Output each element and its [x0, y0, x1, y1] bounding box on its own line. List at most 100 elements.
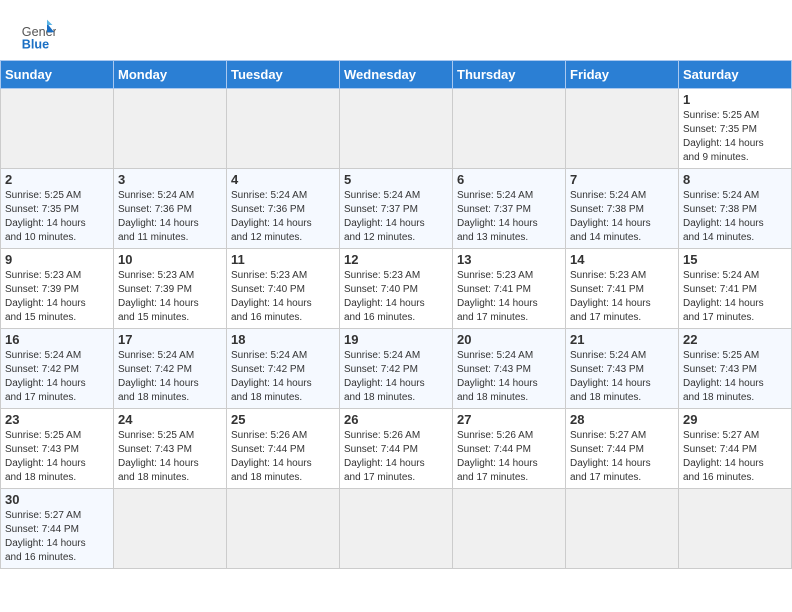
day-number: 8 — [683, 172, 787, 187]
calendar-cell — [566, 489, 679, 569]
weekday-header-monday: Monday — [114, 61, 227, 89]
day-number: 15 — [683, 252, 787, 267]
day-info: Sunrise: 5:24 AM Sunset: 7:41 PM Dayligh… — [683, 269, 787, 325]
weekday-header-sunday: Sunday — [1, 61, 114, 89]
header: General Blue — [0, 0, 792, 60]
calendar-table: SundayMondayTuesdayWednesdayThursdayFrid… — [0, 60, 792, 569]
day-info: Sunrise: 5:25 AM Sunset: 7:43 PM Dayligh… — [118, 429, 222, 485]
calendar-cell — [453, 89, 566, 169]
day-number: 6 — [457, 172, 561, 187]
day-number: 14 — [570, 252, 674, 267]
calendar-cell: 23Sunrise: 5:25 AM Sunset: 7:43 PM Dayli… — [1, 409, 114, 489]
weekday-header-friday: Friday — [566, 61, 679, 89]
calendar-cell: 30Sunrise: 5:27 AM Sunset: 7:44 PM Dayli… — [1, 489, 114, 569]
calendar-cell: 24 Sunrise: 5:25 AM Sunset: 7:43 PM Dayli… — [114, 409, 227, 489]
calendar-cell: 13 Sunrise: 5:23 AM Sunset: 7:41 PM Dayli… — [453, 249, 566, 329]
svg-text:Blue: Blue — [22, 37, 49, 51]
calendar-cell — [453, 489, 566, 569]
calendar-cell — [340, 89, 453, 169]
calendar-cell: 1 Sunrise: 5:25 AM Sunset: 7:35 PM Daylig… — [679, 89, 792, 169]
calendar-cell — [227, 489, 340, 569]
day-info: Sunrise: 5:24 AM Sunset: 7:42 PM Dayligh… — [5, 349, 109, 405]
day-info: Sunrise: 5:23 AM Sunset: 7:41 PM Dayligh… — [570, 269, 674, 325]
day-number: 2 — [5, 172, 109, 187]
weekday-header-thursday: Thursday — [453, 61, 566, 89]
day-number: 21 — [570, 332, 674, 347]
calendar-cell: 19 Sunrise: 5:24 AM Sunset: 7:42 PM Dayli… — [340, 329, 453, 409]
day-number: 4 — [231, 172, 335, 187]
day-number: 1 — [683, 92, 787, 107]
calendar-cell: 6 Sunrise: 5:24 AM Sunset: 7:37 PM Daylig… — [453, 169, 566, 249]
calendar-cell: 22 Sunrise: 5:25 AM Sunset: 7:43 PM Dayli… — [679, 329, 792, 409]
day-info: Sunrise: 5:24 AM Sunset: 7:38 PM Dayligh… — [683, 189, 787, 245]
day-info: Sunrise: 5:25 AM Sunset: 7:43 PM Dayligh… — [683, 349, 787, 405]
logo-icon: General Blue — [20, 16, 56, 52]
day-info: Sunrise: 5:24 AM Sunset: 7:37 PM Dayligh… — [344, 189, 448, 245]
calendar-cell: 10Sunrise: 5:23 AM Sunset: 7:39 PM Dayli… — [114, 249, 227, 329]
calendar-cell: 11 Sunrise: 5:23 AM Sunset: 7:40 PM Dayli… — [227, 249, 340, 329]
calendar-cell — [566, 89, 679, 169]
day-number: 16 — [5, 332, 109, 347]
day-info: Sunrise: 5:23 AM Sunset: 7:40 PM Dayligh… — [231, 269, 335, 325]
calendar-cell: 9 Sunrise: 5:23 AM Sunset: 7:39 PM Daylig… — [1, 249, 114, 329]
day-number: 7 — [570, 172, 674, 187]
day-info: Sunrise: 5:24 AM Sunset: 7:42 PM Dayligh… — [231, 349, 335, 405]
day-number: 20 — [457, 332, 561, 347]
day-info: Sunrise: 5:25 AM Sunset: 7:35 PM Dayligh… — [5, 189, 109, 245]
day-number: 22 — [683, 332, 787, 347]
day-number: 11 — [231, 252, 335, 267]
day-info: Sunrise: 5:23 AM Sunset: 7:39 PM Dayligh… — [5, 269, 109, 325]
weekday-header-tuesday: Tuesday — [227, 61, 340, 89]
calendar-cell — [1, 89, 114, 169]
week-row-5: 23Sunrise: 5:25 AM Sunset: 7:43 PM Dayli… — [1, 409, 792, 489]
calendar-cell: 20 Sunrise: 5:24 AM Sunset: 7:43 PM Dayli… — [453, 329, 566, 409]
calendar-cell: 8 Sunrise: 5:24 AM Sunset: 7:38 PM Daylig… — [679, 169, 792, 249]
calendar-cell: 16 Sunrise: 5:24 AM Sunset: 7:42 PM Dayli… — [1, 329, 114, 409]
day-info: Sunrise: 5:27 AM Sunset: 7:44 PM Dayligh… — [570, 429, 674, 485]
week-row-3: 9 Sunrise: 5:23 AM Sunset: 7:39 PM Daylig… — [1, 249, 792, 329]
calendar-cell — [114, 89, 227, 169]
day-info: Sunrise: 5:26 AM Sunset: 7:44 PM Dayligh… — [231, 429, 335, 485]
day-info: Sunrise: 5:24 AM Sunset: 7:42 PM Dayligh… — [344, 349, 448, 405]
weekday-header-wednesday: Wednesday — [340, 61, 453, 89]
calendar-cell — [227, 89, 340, 169]
calendar-cell: 3 Sunrise: 5:24 AM Sunset: 7:36 PM Daylig… — [114, 169, 227, 249]
day-number: 17 — [118, 332, 222, 347]
day-info: Sunrise: 5:24 AM Sunset: 7:36 PM Dayligh… — [118, 189, 222, 245]
logo: General Blue — [20, 16, 60, 52]
calendar-cell — [340, 489, 453, 569]
calendar-cell: 4 Sunrise: 5:24 AM Sunset: 7:36 PM Daylig… — [227, 169, 340, 249]
calendar-cell: 2 Sunrise: 5:25 AM Sunset: 7:35 PM Daylig… — [1, 169, 114, 249]
calendar-cell: 5 Sunrise: 5:24 AM Sunset: 7:37 PM Daylig… — [340, 169, 453, 249]
calendar-cell: 7Sunrise: 5:24 AM Sunset: 7:38 PM Daylig… — [566, 169, 679, 249]
calendar-cell — [114, 489, 227, 569]
calendar-cell: 18Sunrise: 5:24 AM Sunset: 7:42 PM Dayli… — [227, 329, 340, 409]
day-number: 5 — [344, 172, 448, 187]
day-number: 29 — [683, 412, 787, 427]
day-number: 30 — [5, 492, 109, 507]
day-info: Sunrise: 5:25 AM Sunset: 7:35 PM Dayligh… — [683, 109, 787, 165]
calendar-cell: 12Sunrise: 5:23 AM Sunset: 7:40 PM Dayli… — [340, 249, 453, 329]
day-number: 19 — [344, 332, 448, 347]
day-number: 12 — [344, 252, 448, 267]
day-info: Sunrise: 5:23 AM Sunset: 7:41 PM Dayligh… — [457, 269, 561, 325]
day-info: Sunrise: 5:26 AM Sunset: 7:44 PM Dayligh… — [457, 429, 561, 485]
calendar-cell: 27Sunrise: 5:26 AM Sunset: 7:44 PM Dayli… — [453, 409, 566, 489]
weekday-header-row: SundayMondayTuesdayWednesdayThursdayFrid… — [1, 61, 792, 89]
day-info: Sunrise: 5:24 AM Sunset: 7:37 PM Dayligh… — [457, 189, 561, 245]
day-number: 24 — [118, 412, 222, 427]
week-row-1: 1 Sunrise: 5:25 AM Sunset: 7:35 PM Daylig… — [1, 89, 792, 169]
day-info: Sunrise: 5:23 AM Sunset: 7:39 PM Dayligh… — [118, 269, 222, 325]
day-info: Sunrise: 5:24 AM Sunset: 7:43 PM Dayligh… — [570, 349, 674, 405]
calendar-cell: 29Sunrise: 5:27 AM Sunset: 7:44 PM Dayli… — [679, 409, 792, 489]
calendar-cell: 21 Sunrise: 5:24 AM Sunset: 7:43 PM Dayli… — [566, 329, 679, 409]
day-number: 9 — [5, 252, 109, 267]
day-number: 13 — [457, 252, 561, 267]
day-number: 3 — [118, 172, 222, 187]
calendar-cell: 14 Sunrise: 5:23 AM Sunset: 7:41 PM Dayli… — [566, 249, 679, 329]
day-info: Sunrise: 5:24 AM Sunset: 7:36 PM Dayligh… — [231, 189, 335, 245]
day-info: Sunrise: 5:25 AM Sunset: 7:43 PM Dayligh… — [5, 429, 109, 485]
week-row-4: 16 Sunrise: 5:24 AM Sunset: 7:42 PM Dayli… — [1, 329, 792, 409]
day-info: Sunrise: 5:24 AM Sunset: 7:43 PM Dayligh… — [457, 349, 561, 405]
calendar-cell: 26Sunrise: 5:26 AM Sunset: 7:44 PM Dayli… — [340, 409, 453, 489]
